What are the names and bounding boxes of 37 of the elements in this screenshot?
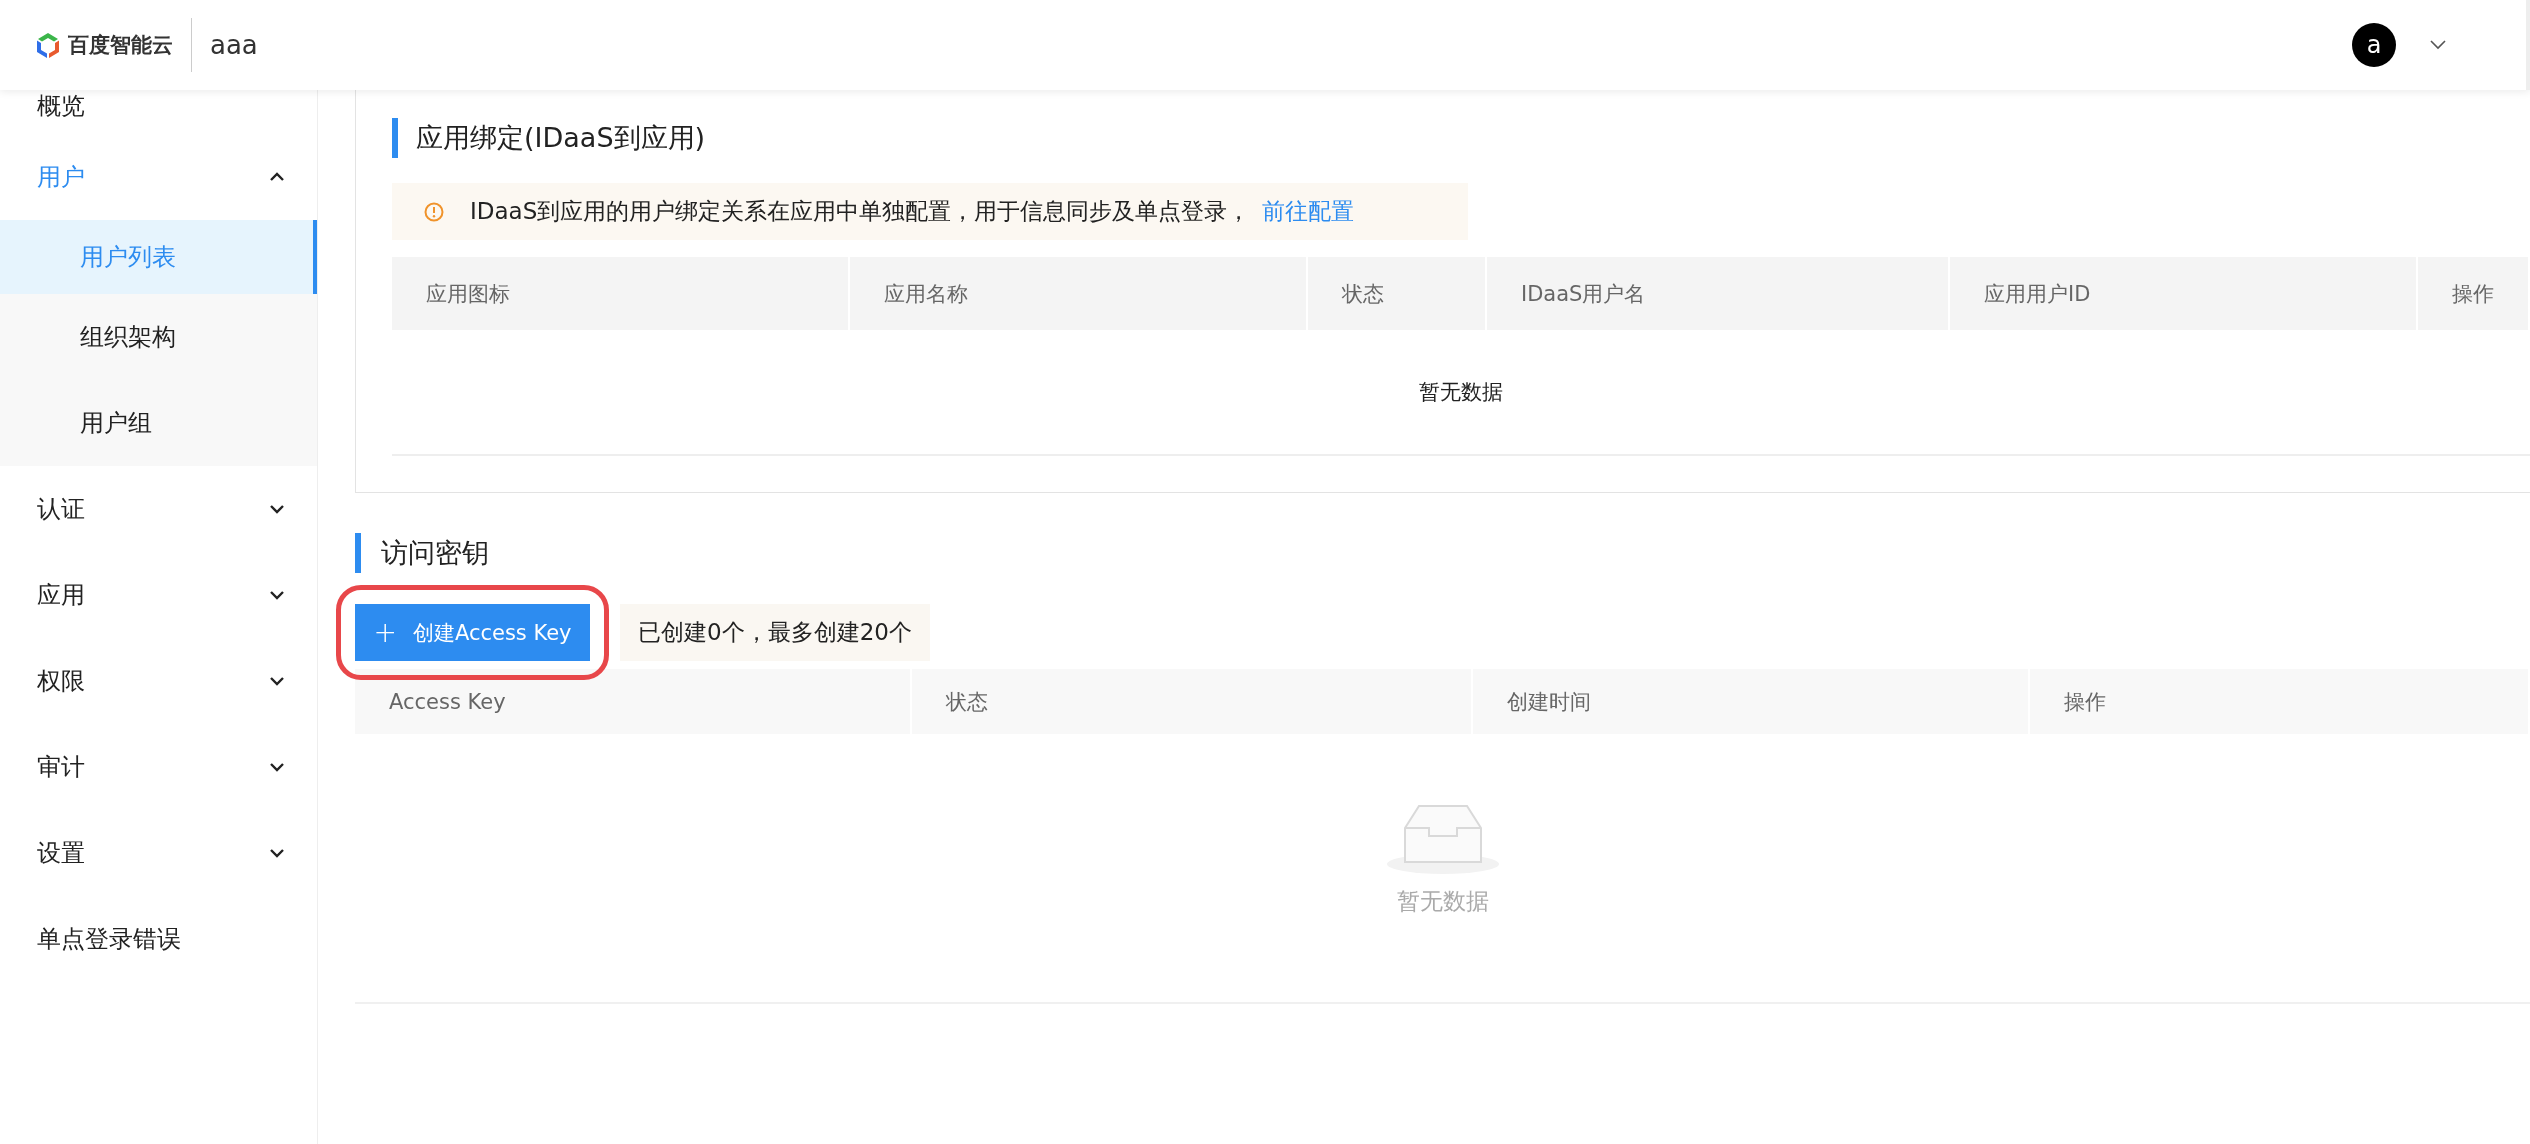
warning-icon (424, 201, 444, 222)
nav-group-label: 设置 (37, 838, 85, 869)
nav-group-label: 用户 (37, 162, 85, 193)
nav-item[interactable]: 概览 (0, 90, 317, 134)
user-avatar[interactable]: a (2352, 23, 2396, 67)
column-header: 应用用户ID (1950, 257, 2418, 330)
column-header: 应用图标 (392, 257, 850, 330)
nav-group[interactable]: 设置 (0, 810, 317, 896)
column-header: 状态 (1308, 257, 1487, 330)
column-header: 应用名称 (850, 257, 1308, 330)
column-header: 创建时间 (1473, 669, 2030, 734)
empty-text: 暂无数据 (1396, 886, 1489, 916)
nav-group-label: 审计 (37, 752, 85, 783)
nav-group-label: 应用 (37, 580, 85, 611)
hexagon-logo-icon (34, 30, 62, 60)
brand-name: 百度智能云 (68, 32, 173, 59)
nav-group-label: 权限 (37, 666, 85, 697)
column-header: 操作 (2030, 669, 2530, 734)
nav-group[interactable]: 认证 (0, 466, 317, 552)
nav-item[interactable]: 单点登录错误 (0, 896, 317, 982)
nav-subitem[interactable]: 组织架构 (0, 294, 317, 380)
nav-group[interactable]: 审计 (0, 724, 317, 810)
column-header: IDaaS用户名 (1487, 257, 1950, 330)
chevron-down-icon[interactable] (2430, 40, 2446, 50)
nav-group[interactable]: 权限 (0, 638, 317, 724)
quota-note: 已创建0个，最多创建20个 (620, 604, 930, 661)
column-header: 状态 (912, 669, 1473, 734)
column-header: 操作 (2418, 257, 2530, 330)
workspace-name: aaa (210, 30, 258, 60)
nav-subitem[interactable]: 用户组 (0, 380, 317, 466)
section-title: 访问密钥 (355, 533, 2530, 573)
column-header: Access Key (355, 669, 912, 734)
empty-text: 暂无数据 (1419, 379, 1503, 406)
alert-text: IDaaS到应用的用户绑定关系在应用中单独配置，用于信息同步及单点登录， (470, 197, 1251, 226)
nav-group[interactable]: 应用 (0, 552, 317, 638)
nav-group-label: 认证 (37, 494, 85, 525)
section-title: 应用绑定(IDaaS到应用) (392, 118, 2530, 158)
